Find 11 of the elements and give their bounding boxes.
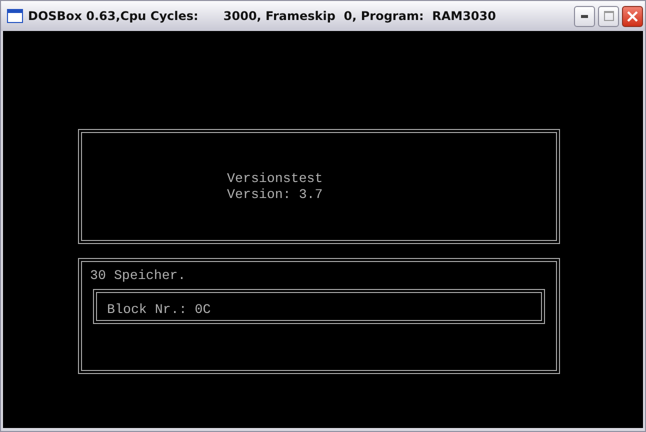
maximize-icon xyxy=(604,11,614,21)
window-icon xyxy=(7,9,23,23)
close-icon xyxy=(627,10,638,22)
block-number: Block Nr.: 0C xyxy=(107,302,211,317)
window-title: DOSBox 0.63,Cpu Cycles: 3000, Frameskip 0, Program: RAM3030 xyxy=(28,9,497,23)
close-button[interactable] xyxy=(622,6,643,26)
status-message: 30 Speicher. xyxy=(90,268,187,284)
minimize-button[interactable] xyxy=(574,6,595,26)
header-line: Version: 3.7 xyxy=(227,187,324,203)
minimize-icon xyxy=(581,14,588,18)
header-line: Versionstest xyxy=(227,171,324,187)
